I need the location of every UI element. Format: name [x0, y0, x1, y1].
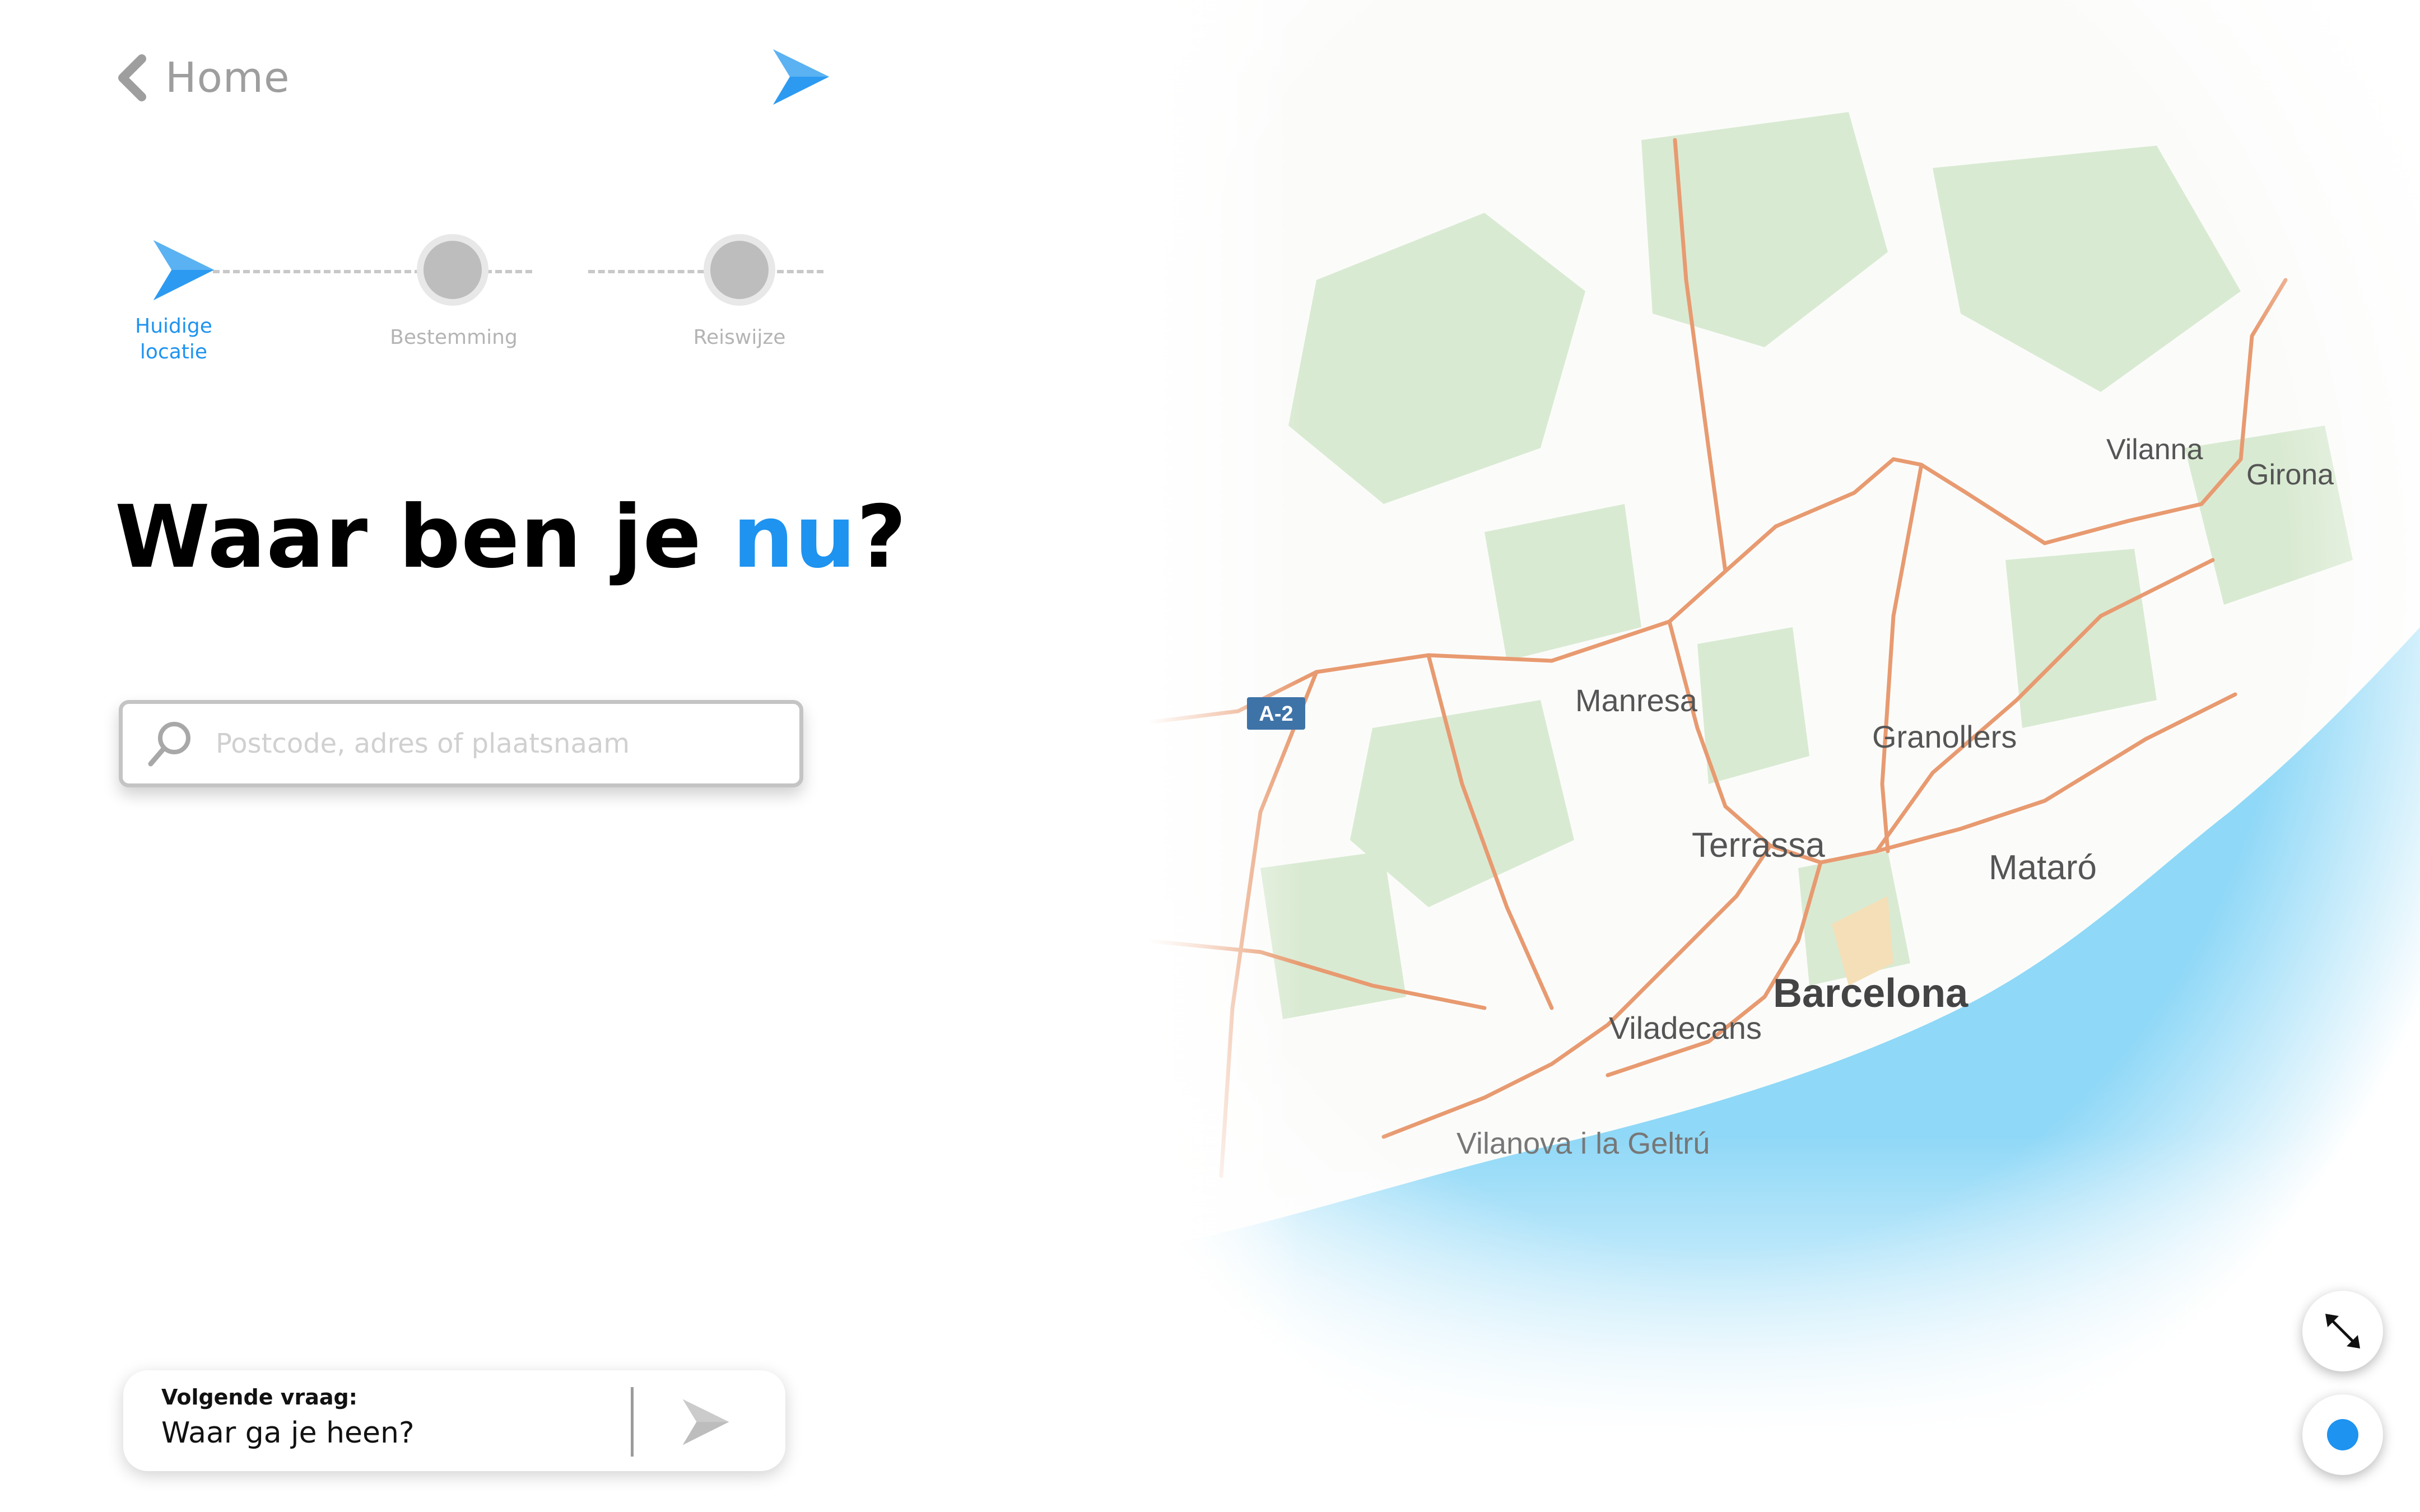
map-view[interactable]: A-2 Vilanna Girona Manresa Granollers Te…: [1148, 0, 2420, 1512]
step-dot-reiswijze: [710, 241, 769, 299]
next-arrow-icon[interactable]: [678, 1396, 734, 1449]
step-label-huidige-locatie: Huidige locatie: [135, 315, 212, 363]
next-question-label: Volgende vraag:: [161, 1385, 357, 1410]
title-suffix: ?: [856, 487, 908, 587]
map-label-manresa: Manresa: [1575, 683, 1698, 718]
step-dot-bestemming: [424, 241, 482, 299]
active-step-icon: [153, 240, 215, 301]
next-question-text: Waar ga je heen?: [161, 1416, 415, 1450]
next-question-card[interactable]: Volgende vraag: Waar ga je heen?: [123, 1370, 785, 1471]
expand-map-button[interactable]: [2302, 1291, 2383, 1371]
step-label-reiswijze: Reiswijze: [693, 326, 786, 349]
map-label-vilanna: Vilanna: [2106, 433, 2203, 466]
back-home-link[interactable]: Home: [115, 53, 290, 102]
step-label-bestemming: Bestemming: [390, 326, 518, 349]
page-title: Waar ben je nu?: [115, 487, 907, 587]
title-accent: nu: [732, 487, 857, 587]
location-search-box[interactable]: [119, 700, 803, 787]
map-label-terrassa: Terrassa: [1692, 826, 1825, 865]
progress-stepper: Huidige locatie Bestemming Reiswijze: [112, 224, 840, 392]
location-search-input[interactable]: [215, 727, 777, 760]
step-connector: [213, 270, 532, 273]
map-label-barcelona: Barcelona: [1773, 971, 1968, 1016]
map-label-mataro: Mataró: [1989, 848, 2097, 887]
title-text: Waar ben je: [115, 487, 733, 587]
location-dot-icon: [2327, 1419, 2358, 1450]
map-label-vilanova: Vilanova i la Geltrú: [1456, 1127, 1710, 1160]
road-shield-a2: A-2: [1247, 697, 1305, 730]
step-connector: [588, 270, 823, 273]
back-label: Home: [165, 54, 290, 102]
expand-arrows-icon: [2325, 1314, 2360, 1348]
map-label-girona: Girona: [2246, 459, 2334, 491]
search-icon: [148, 722, 190, 767]
card-divider: [631, 1387, 634, 1457]
brand-logo-icon: [773, 49, 829, 105]
map-label-granollers: Granollers: [1872, 719, 2017, 754]
current-location-button[interactable]: [2302, 1394, 2383, 1475]
road-shield-label: A-2: [1259, 702, 1293, 726]
map-canvas[interactable]: A-2 Vilanna Girona Manresa Granollers Te…: [1148, 0, 2420, 1512]
chevron-left-icon: [118, 54, 146, 101]
map-label-viladecans: Viladecans: [1609, 1010, 1762, 1046]
